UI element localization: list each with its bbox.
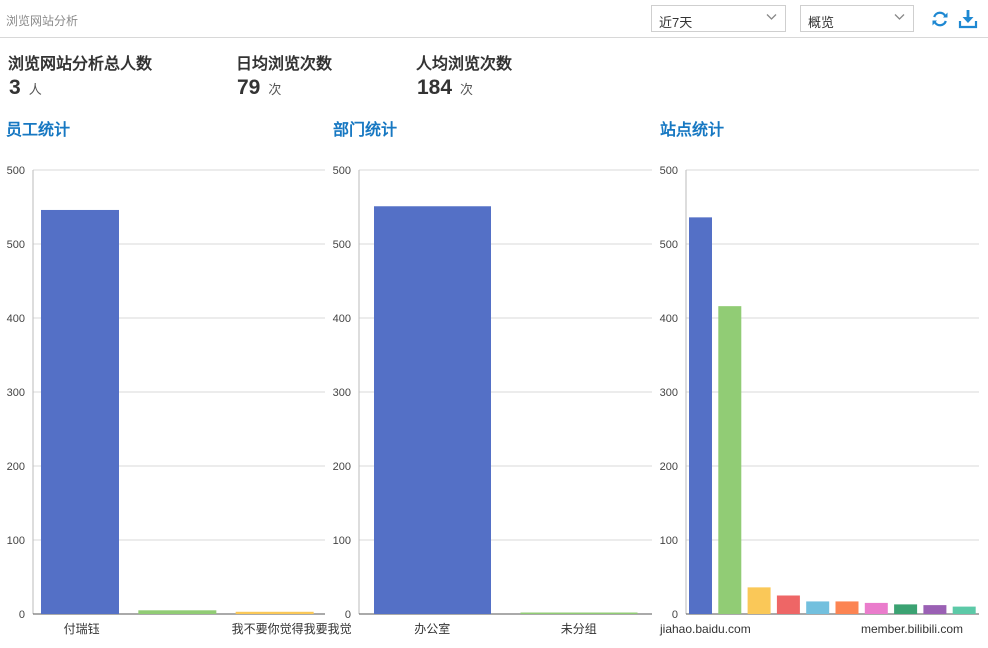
chevron-down-icon (766, 14, 777, 20)
kpi-per-user-views-unit: 次 (460, 82, 474, 97)
department-bar (520, 612, 638, 614)
site-bar (864, 602, 888, 614)
y-tick-label: 0 (345, 609, 351, 621)
refresh-icon[interactable] (930, 9, 950, 29)
site-bar (894, 604, 918, 614)
y-tick-label: 500 (333, 239, 351, 251)
x-category-label: jiahao.baidu.com (659, 622, 751, 636)
page-breadcrumb: 浏览网站分析 (6, 14, 79, 28)
y-tick-label: 100 (7, 535, 25, 547)
view-select-value: 概览 (808, 15, 835, 30)
y-tick-label: 200 (333, 461, 351, 473)
kpi-per-user-views-label: 人均浏览次数 (416, 56, 513, 73)
y-tick-label: 200 (660, 461, 678, 473)
y-tick-label: 300 (660, 387, 678, 399)
y-tick-label: 500 (333, 165, 351, 177)
employee-bar-chart: 5005004003002001000付瑞钰 我不要你觉得我要我觉 (7, 165, 352, 636)
kpi-total-visitors-label: 浏览网站分析总人数 (8, 56, 153, 73)
period-select-value: 近7天 (659, 15, 693, 30)
chevron-down-icon (894, 14, 905, 20)
y-tick-label: 100 (660, 535, 678, 547)
chart-title-employees: 员工统计 (6, 122, 71, 139)
download-icon[interactable] (958, 9, 978, 29)
kpi-per-user-views: 184 次 (417, 76, 473, 100)
employee-bar (138, 610, 217, 614)
site-bar (952, 606, 976, 614)
site-bar-chart: 500 500 400 300 200 100 0jiahao.baidu.com membe… (659, 165, 979, 636)
site-bar (718, 306, 742, 614)
kpi-daily-views-value: 79 (237, 76, 261, 99)
kpi-total-visitors: 3人 (9, 76, 42, 100)
period-select[interactable]: 近7天 (651, 5, 786, 32)
y-tick-label: 500 (7, 239, 25, 251)
x-category-label: 未分组 (561, 622, 597, 636)
x-category-label: 办公室 (414, 621, 450, 636)
x-category-label: member.bilibili.com (861, 622, 963, 636)
kpi-per-user-views-value: 184 (417, 76, 453, 99)
top-toolbar: 浏览网站分析 近7天 概览 (0, 0, 988, 38)
y-tick-label: 500 (660, 239, 678, 251)
y-tick-label: 0 (672, 609, 678, 621)
y-tick-label: 300 (7, 387, 25, 399)
kpi-daily-views-label: 日均浏览次数 (236, 56, 333, 73)
kpi-total-visitors-unit: 人 (28, 82, 42, 97)
employee-bar (235, 611, 314, 614)
employee-bar (41, 209, 119, 614)
y-tick-label: 300 (333, 387, 351, 399)
y-tick-label: 400 (333, 313, 351, 325)
y-tick-label: 200 (7, 461, 25, 473)
x-category-label: 付瑞钰 (64, 622, 100, 636)
kpi-total-visitors-value: 3 (9, 76, 21, 99)
kpi-daily-views: 79 次 (237, 76, 281, 100)
department-bar (374, 206, 491, 614)
y-tick-label: 500 (660, 165, 678, 177)
site-bar (689, 217, 712, 615)
site-bar (835, 601, 859, 614)
view-select[interactable]: 概览 (800, 5, 914, 32)
department-bar-chart: 500 500 400 300 200 100 0 办公室 未分组 (333, 165, 652, 636)
site-bar (923, 605, 947, 614)
site-bar (776, 595, 800, 614)
chart-title-sites: 站点统计 (660, 122, 725, 139)
y-tick-label: 400 (660, 313, 678, 325)
kpi-daily-views-unit: 次 (268, 82, 282, 97)
y-tick-label: 0 (19, 609, 25, 621)
site-bar (806, 601, 830, 614)
y-tick-label: 500 (7, 165, 25, 177)
chart-title-departments: 部门统计 (333, 122, 398, 139)
site-bar (747, 587, 771, 614)
y-tick-label: 100 (333, 535, 351, 547)
y-tick-label: 400 (7, 313, 25, 325)
